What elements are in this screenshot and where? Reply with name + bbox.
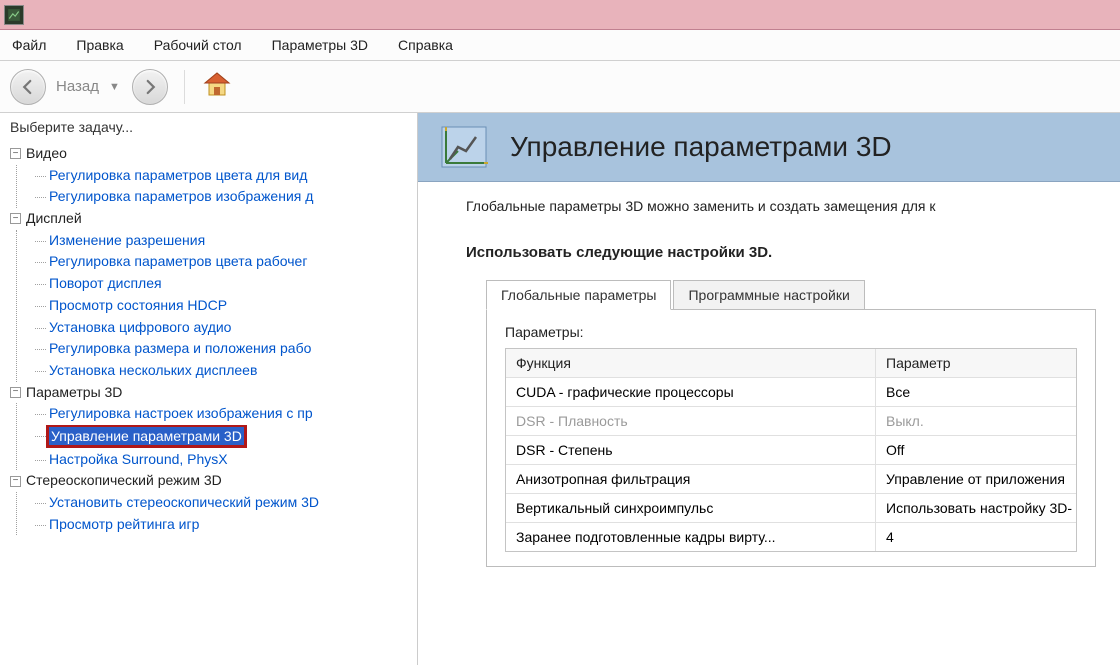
tree-item[interactable]: Регулировка параметров цвета рабочег: [35, 251, 417, 273]
sidebar: Выберите задачу... − Видео Регулировка п…: [0, 113, 418, 665]
tree-item[interactable]: Установка нескольких дисплеев: [35, 360, 417, 382]
header-param: Параметр: [876, 349, 1076, 377]
params-table: Функция Параметр CUDA - графические проц…: [505, 348, 1077, 552]
tree-category-params3d[interactable]: − Параметры 3D: [10, 382, 417, 404]
menu-file[interactable]: Файл: [6, 34, 52, 56]
app-icon: [4, 5, 24, 25]
back-dropdown-icon[interactable]: ▼: [109, 81, 120, 93]
params-label: Параметры:: [505, 324, 1077, 340]
tree-item[interactable]: Регулировка параметров изображения д: [35, 186, 417, 208]
tree-item[interactable]: Просмотр рейтинга игр: [35, 514, 417, 536]
titlebar: [0, 0, 1120, 30]
tree-item[interactable]: Поворот дисплея: [35, 273, 417, 295]
tree-item[interactable]: Установить стереоскопический режим 3D: [35, 492, 417, 514]
tree-item[interactable]: Регулировка размера и положения рабо: [35, 338, 417, 360]
table-row[interactable]: Заранее подготовленные кадры вирту... 4: [506, 522, 1076, 551]
intro-text: Глобальные параметры 3D можно заменить и…: [466, 198, 1096, 214]
toolbar: Назад ▼: [0, 61, 1120, 113]
tree-category-video[interactable]: − Видео: [10, 143, 417, 165]
task-tree: − Видео Регулировка параметров цвета для…: [0, 141, 417, 535]
menu-help[interactable]: Справка: [392, 34, 459, 56]
tree-item[interactable]: Регулировка параметров цвета для вид: [35, 165, 417, 187]
tabs: Глобальные параметры Программные настрой…: [486, 280, 1096, 310]
collapse-icon[interactable]: −: [10, 387, 21, 398]
tree-item[interactable]: Настройка Surround, PhysX: [35, 449, 417, 471]
tree-item[interactable]: Регулировка настроек изображения с пр: [35, 403, 417, 425]
tab-global[interactable]: Глобальные параметры: [486, 280, 671, 310]
header-3d-icon: [436, 119, 492, 175]
section-title: Использовать следующие настройки 3D.: [466, 244, 1096, 261]
menu-params3d[interactable]: Параметры 3D: [266, 34, 374, 56]
table-header: Функция Параметр: [506, 349, 1076, 377]
table-row[interactable]: Анизотропная фильтрация Управление от пр…: [506, 464, 1076, 493]
table-row[interactable]: DSR - Плавность Выкл.: [506, 406, 1076, 435]
table-row[interactable]: DSR - Степень Off: [506, 435, 1076, 464]
page-title: Управление параметрами 3D: [510, 131, 892, 163]
content-pane: Управление параметрами 3D Глобальные пар…: [418, 113, 1120, 665]
menu-edit[interactable]: Правка: [70, 34, 129, 56]
table-row[interactable]: Вертикальный синхроимпульс Использовать …: [506, 493, 1076, 522]
menu-desktop[interactable]: Рабочий стол: [148, 34, 248, 56]
content-header: Управление параметрами 3D: [418, 113, 1120, 182]
toolbar-separator: [184, 70, 185, 104]
tree-category-display[interactable]: − Дисплей: [10, 208, 417, 230]
menubar: Файл Правка Рабочий стол Параметры 3D Сп…: [0, 30, 1120, 61]
back-label: Назад: [56, 78, 99, 95]
tree-item[interactable]: Установка цифрового аудио: [35, 317, 417, 339]
tree-item-manage-3d[interactable]: Управление параметрами 3D: [35, 425, 417, 449]
tree-item[interactable]: Просмотр состояния HDCP: [35, 295, 417, 317]
back-button[interactable]: [10, 69, 46, 105]
home-button[interactable]: [201, 69, 233, 104]
tab-program[interactable]: Программные настройки: [673, 280, 864, 310]
tree-category-stereo3d[interactable]: − Стереоскопический режим 3D: [10, 470, 417, 492]
sidebar-title: Выберите задачу...: [0, 113, 417, 141]
table-row[interactable]: CUDA - графические процессоры Все: [506, 377, 1076, 406]
tree-item[interactable]: Изменение разрешения: [35, 230, 417, 252]
header-function: Функция: [506, 349, 876, 377]
tab-panel-global: Параметры: Функция Параметр CUDA - графи…: [486, 309, 1096, 567]
forward-button[interactable]: [132, 69, 168, 105]
collapse-icon[interactable]: −: [10, 476, 21, 487]
collapse-icon[interactable]: −: [10, 213, 21, 224]
collapse-icon[interactable]: −: [10, 148, 21, 159]
